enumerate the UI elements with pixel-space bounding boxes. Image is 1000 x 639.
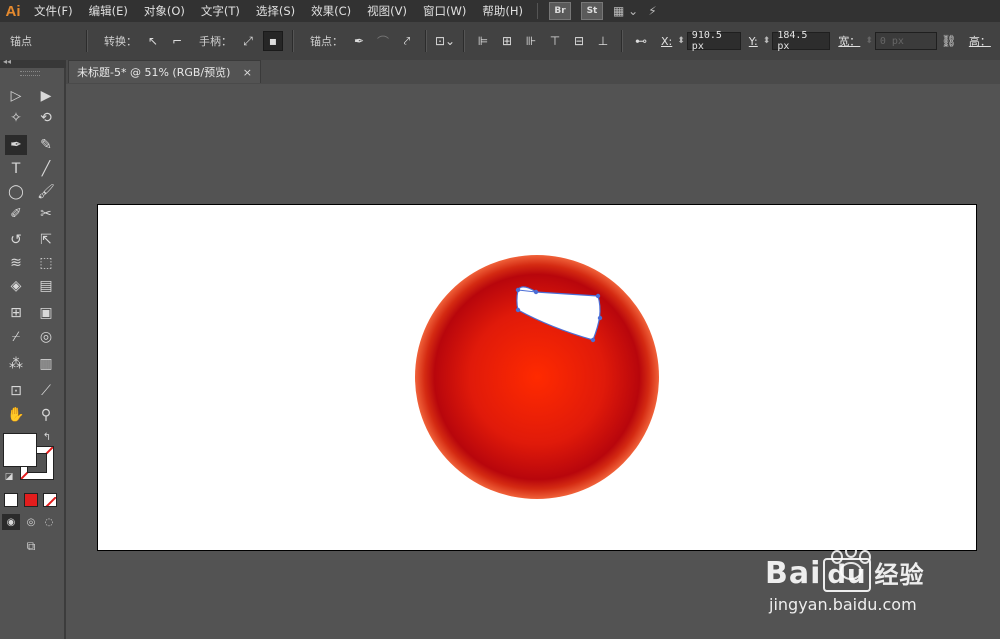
baidu-watermark: Bai du 经验 jingyan.baidu.com [765, 545, 955, 620]
watermark-brand-text: Bai [765, 556, 822, 591]
artwork-layer [415, 255, 659, 499]
anchor-point[interactable] [590, 337, 596, 343]
anchor-point[interactable] [515, 287, 521, 293]
watermark-url: jingyan.baidu.com [769, 595, 917, 614]
anchor-point[interactable] [515, 307, 521, 313]
watermark-brand-suffix: 经验 [874, 561, 925, 589]
anchor-point[interactable] [595, 293, 601, 299]
anchor-point[interactable] [533, 289, 539, 295]
watermark-brand: Bai du 经验 [765, 556, 925, 592]
anchor-point[interactable] [597, 315, 603, 321]
